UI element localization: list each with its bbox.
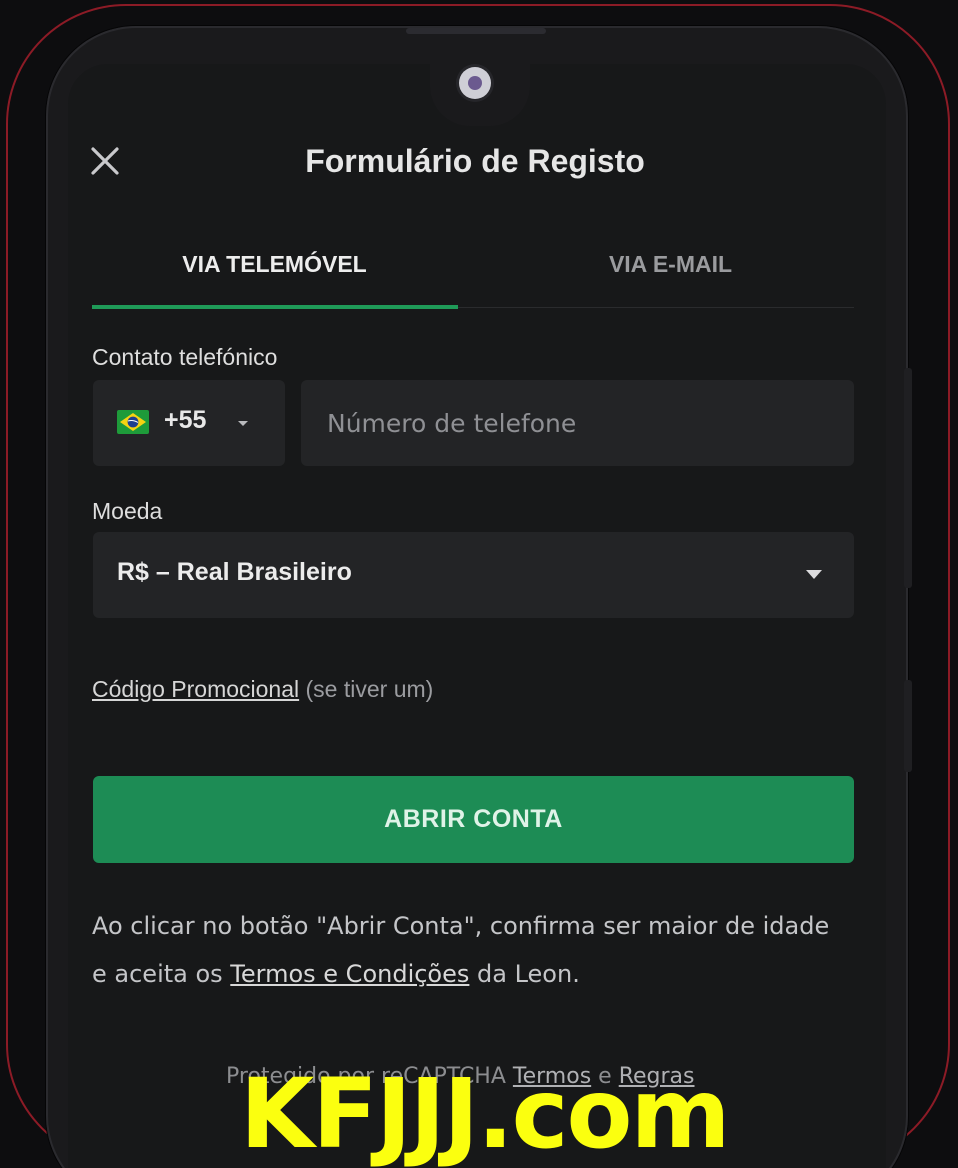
currency-label: Moeda [92,498,163,524]
tab-via-telemovel[interactable]: VIA TELEMÓVEL [92,251,457,278]
promo-code-link[interactable]: Código Promocional [92,676,299,702]
promo-code-row: Código Promocional (se tiver um) [92,676,433,703]
close-icon[interactable] [88,144,122,178]
watermark-text: KFJJJ.com [240,1058,730,1168]
page-title: Formulário de Registo [305,143,645,179]
earpiece-speaker [406,28,546,34]
side-button-power [904,680,912,772]
side-button-volume [904,368,912,588]
front-camera [459,67,491,99]
chevron-down-icon [806,570,822,579]
phone-number-input[interactable] [301,380,854,466]
phone-contact-label: Contato telefónico [92,344,278,370]
open-account-button[interactable]: ABRIR CONTA [93,776,854,863]
chevron-down-icon [238,421,248,426]
disclaimer-text-end: da Leon. [469,960,580,988]
terms-disclaimer: Ao clicar no botão "Abrir Conta", confir… [92,902,832,998]
terms-conditions-link[interactable]: Termos e Condições [230,960,469,988]
tab-divider [458,307,854,308]
brazil-flag-icon [117,410,149,434]
active-tab-indicator [92,305,458,309]
country-code-value: +55 [164,406,207,434]
tab-via-email[interactable]: VIA E-MAIL [488,251,853,278]
stage: Formulário de Registo VIA TELEMÓVEL VIA … [0,0,958,1168]
promo-code-hint: (se tiver um) [305,676,434,702]
currency-selected-value: R$ – Real Brasileiro [117,558,352,586]
